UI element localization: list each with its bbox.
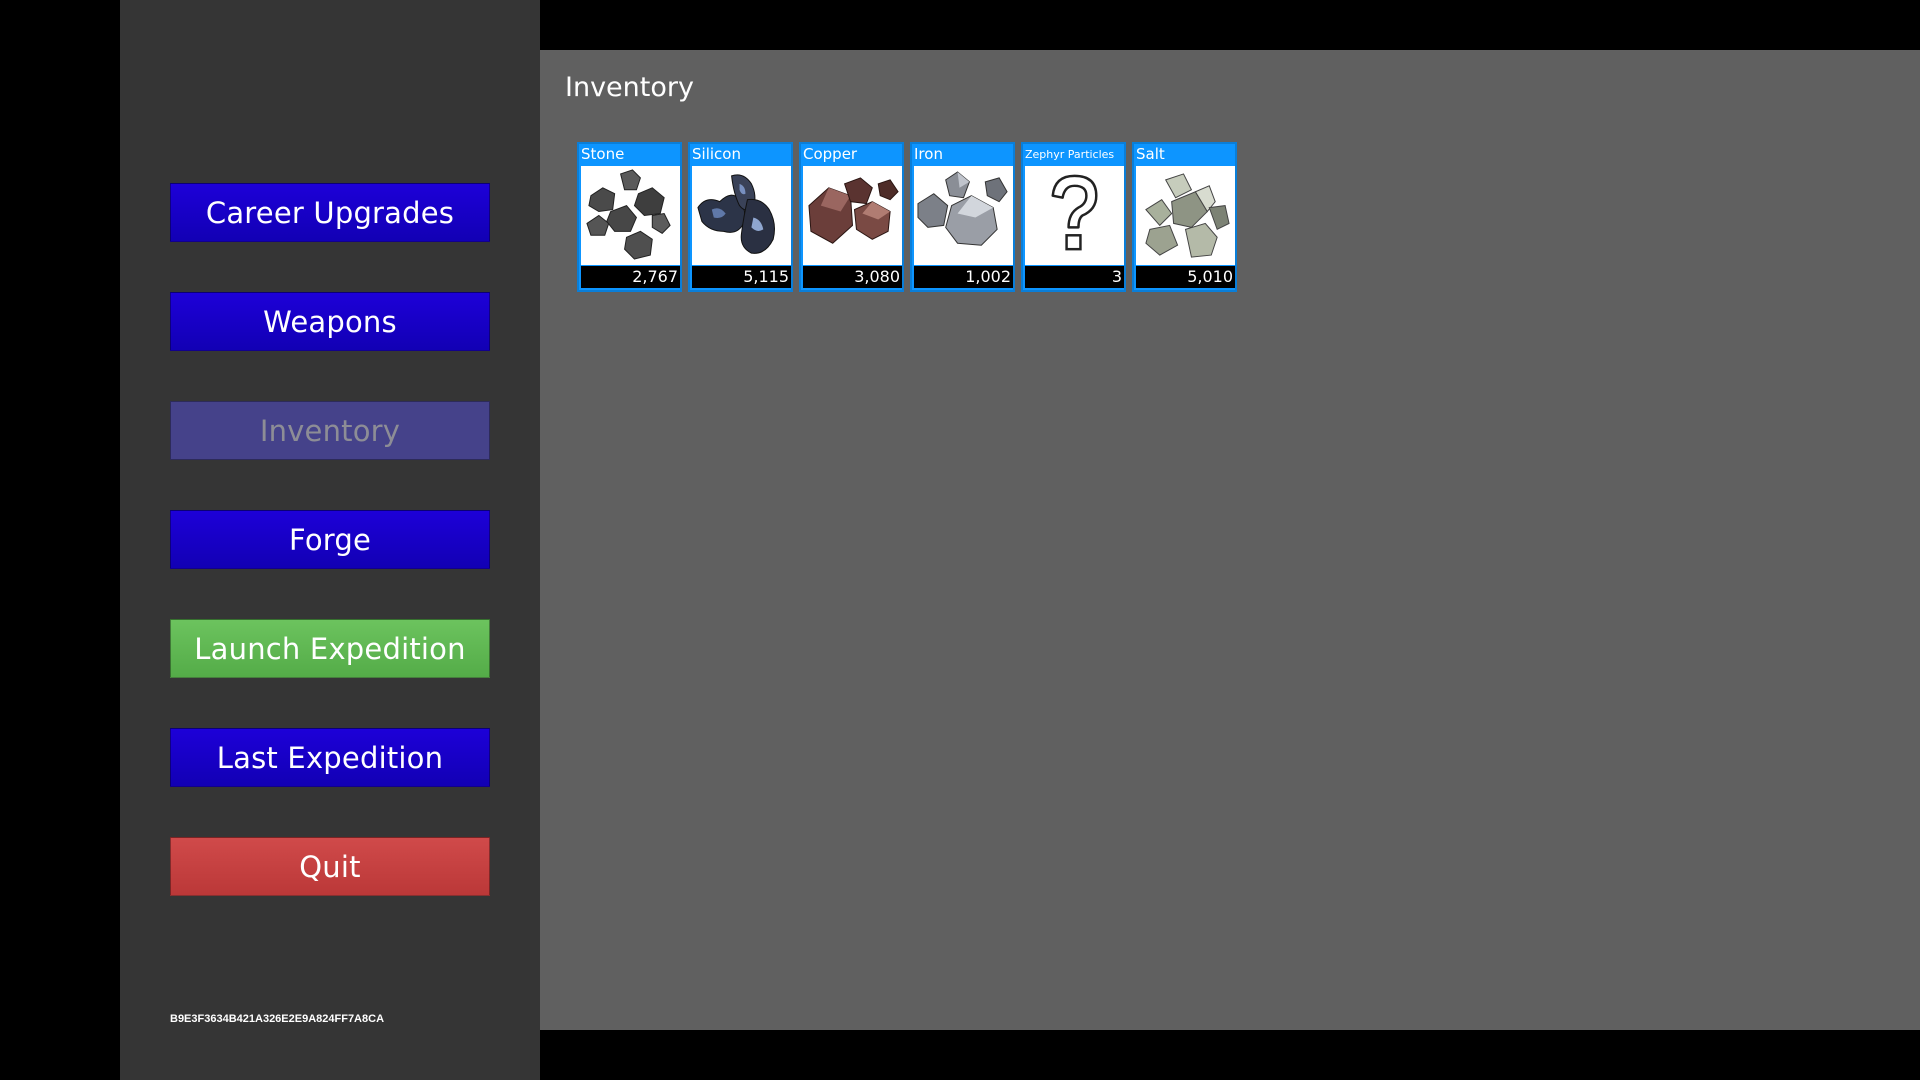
item-card-stone[interactable]: Stone 2,767 (577, 142, 682, 292)
question-mark-icon (1025, 166, 1124, 265)
sidebar: Career Upgrades Weapons Inventory Forge … (120, 0, 540, 1080)
item-card-zephyr-particles[interactable]: Zephyr Particles 3 (1021, 142, 1126, 292)
item-name: Silicon (692, 145, 741, 163)
item-count: 1,002 (914, 266, 1013, 288)
silicon-icon (692, 166, 791, 265)
inventory-button[interactable]: Inventory (170, 401, 490, 460)
item-name: Zephyr Particles (1025, 148, 1115, 161)
item-name: Iron (914, 145, 943, 163)
salt-icon (1136, 166, 1235, 265)
last-expedition-button[interactable]: Last Expedition (170, 728, 490, 787)
item-grid: Stone 2,767 Silicon 5,115 Copper 3,080 I… (577, 142, 1237, 292)
item-count: 5,010 (1136, 266, 1235, 288)
quit-button[interactable]: Quit (170, 837, 490, 896)
forge-button[interactable]: Forge (170, 510, 490, 569)
iron-icon (914, 166, 1013, 265)
page-title: Inventory (565, 72, 694, 103)
item-name: Salt (1136, 145, 1165, 163)
item-card-silicon[interactable]: Silicon 5,115 (688, 142, 793, 292)
item-count: 2,767 (581, 266, 680, 288)
build-id: B9E3F3634B421A326E2E9A824FF7A8CA (170, 1013, 385, 1025)
item-card-iron[interactable]: Iron 1,002 (910, 142, 1015, 292)
item-card-copper[interactable]: Copper 3,080 (799, 142, 904, 292)
copper-icon (803, 166, 902, 265)
stone-icon (581, 166, 680, 265)
item-count: 5,115 (692, 266, 791, 288)
launch-expedition-button[interactable]: Launch Expedition (170, 619, 490, 678)
weapons-button[interactable]: Weapons (170, 292, 490, 351)
item-name: Copper (803, 145, 858, 163)
item-card-salt[interactable]: Salt 5,010 (1132, 142, 1237, 292)
career-upgrades-button[interactable]: Career Upgrades (170, 183, 490, 242)
inventory-panel: Inventory Stone 2,767 Silicon 5,115 Copp… (540, 50, 1920, 1030)
item-count: 3,080 (803, 266, 902, 288)
item-name: Stone (581, 145, 625, 163)
item-count: 3 (1025, 266, 1124, 288)
